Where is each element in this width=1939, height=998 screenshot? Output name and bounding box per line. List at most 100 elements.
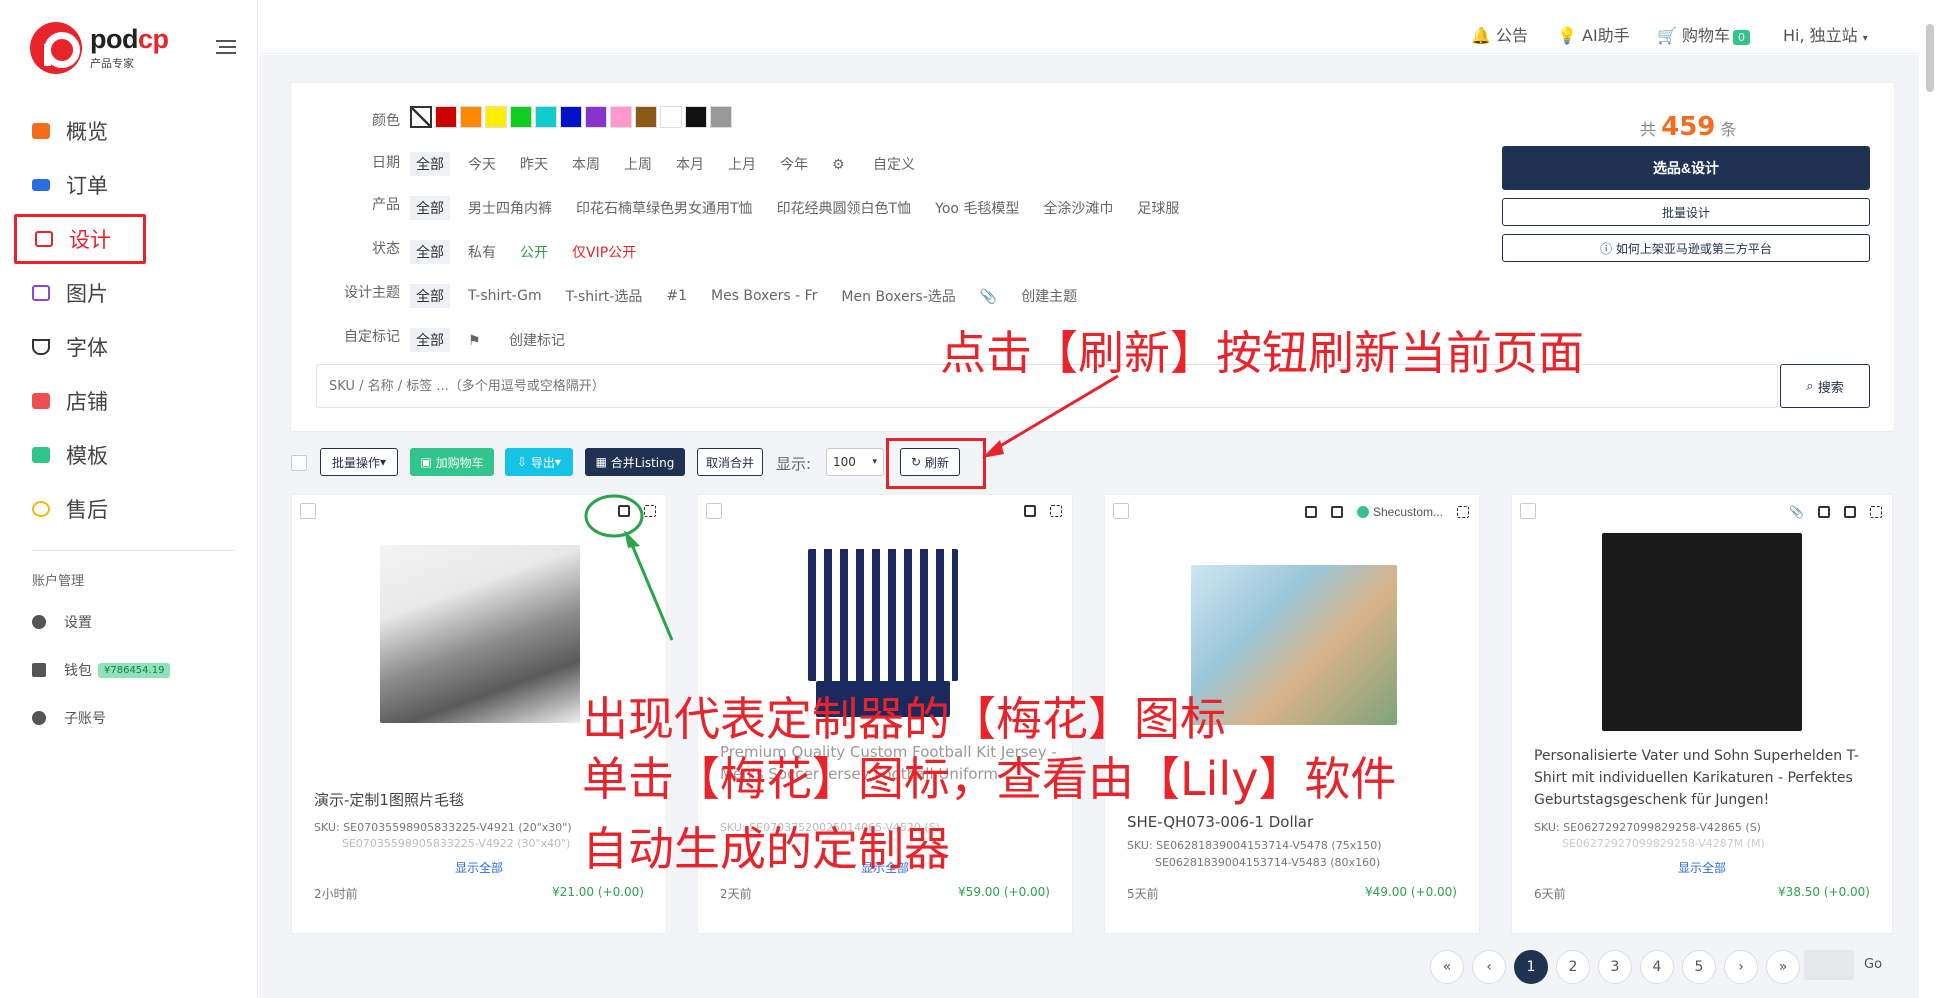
account-sub-account[interactable]: 子账号 [32,708,252,728]
status-option[interactable]: 私有 [468,242,496,262]
nav-item-design[interactable]: 设计 [14,214,146,264]
export-dropdown[interactable]: ⇩ 导出 ▾ [505,448,573,476]
page-scrollbar[interactable] [1926,24,1934,92]
page-button[interactable]: 4 [1640,950,1674,984]
product-thumbnail[interactable] [380,545,580,723]
expand-icon[interactable] [1457,506,1469,518]
product-option[interactable]: 男士四角内裤 [468,198,552,218]
next-page-button[interactable]: › [1724,950,1758,984]
color-swatch-none[interactable] [410,106,432,128]
product-thumbnail[interactable] [808,549,958,681]
date-option[interactable]: 全部 [410,152,450,176]
template-icon[interactable] [1304,506,1317,518]
product-option[interactable]: Yoo 毛毯模型 [935,198,1019,218]
nav-item-templates[interactable]: 模板 [14,428,234,482]
account-settings[interactable]: 设置 [32,612,252,632]
theme-option[interactable]: #1 [666,288,687,304]
notice-link[interactable]: 🔔 公告 [1471,22,1528,46]
nav-item-overview[interactable]: 概览 [14,104,234,158]
ai-assistant-link[interactable]: 💡 AI助手 [1557,22,1630,46]
date-option[interactable]: 上周 [624,154,652,174]
theme-option[interactable]: T-shirt-选品 [566,286,643,306]
product-option[interactable]: 全涂沙滩巾 [1043,198,1113,218]
prev-page-button[interactable]: ‹ [1472,950,1506,984]
page-button[interactable]: 5 [1682,950,1716,984]
paperclip-icon[interactable]: 📎 [1789,505,1804,519]
add-to-cart-button[interactable]: ▣ 加购物车 [410,448,494,476]
date-option[interactable]: 本周 [572,154,600,174]
product-option[interactable]: 全部 [410,196,450,220]
color-swatch[interactable] [585,106,607,128]
select-all-checkbox[interactable] [291,455,307,471]
color-swatch[interactable] [635,106,657,128]
create-tag[interactable]: ⚑ 创建标记 [468,330,589,350]
status-option-public[interactable]: 公开 [520,242,548,262]
menu-toggle-icon[interactable] [216,40,236,54]
last-page-button[interactable]: » [1766,950,1800,984]
help-amazon-button[interactable]: ⓘ 如何上架亚马逊或第三方平台 [1502,234,1870,262]
account-wallet[interactable]: 钱包 ¥786454.19 [32,660,252,680]
product-thumbnail[interactable] [1602,533,1802,731]
page-button[interactable]: 2 [1556,950,1590,984]
color-swatch[interactable] [435,106,457,128]
show-all-link[interactable]: 显示全部 [1512,859,1892,876]
theme-option[interactable]: T-shirt-Gm [468,288,542,304]
brand-logo[interactable]: podcp 产品专家 [30,22,169,74]
card-title[interactable]: 演示-定制1图照片毛毯 [314,789,464,811]
page-jump-input[interactable] [1804,950,1854,980]
create-theme[interactable]: 📎 创建主题 [980,286,1101,306]
date-option[interactable]: 昨天 [520,154,548,174]
card-title[interactable]: Personalisierte Vater und Sohn Superheld… [1534,745,1874,811]
color-swatch[interactable] [535,106,557,128]
customizer-flower-icon[interactable] [1330,506,1343,518]
nav-item-aftersale[interactable]: 售后 [14,482,234,536]
first-page-button[interactable]: « [1430,950,1464,984]
color-swatch[interactable] [660,106,682,128]
date-option[interactable]: 今天 [468,154,496,174]
theme-option[interactable]: 全部 [410,284,450,308]
page-button[interactable]: 1 [1514,950,1548,984]
page-size-select[interactable]: 100 ▾ [826,448,884,476]
status-option-vip[interactable]: 仅VIP公开 [572,242,636,262]
customizer-flower-icon[interactable] [618,505,630,517]
card-checkbox[interactable] [706,503,722,519]
template-icon[interactable] [1818,506,1830,518]
color-swatch[interactable] [710,106,732,128]
design-card[interactable]: 📎 Personalisierte Vater und Sohn Superhe… [1511,494,1893,934]
select-design-button[interactable]: 选品&设计 [1502,146,1870,190]
theme-option[interactable]: Mes Boxers - Fr [711,288,817,304]
date-option[interactable]: 上月 [728,154,756,174]
card-checkbox[interactable] [1113,503,1129,519]
unmerge-button[interactable]: 取消合并 [697,448,763,476]
product-option[interactable]: 印花石楠草绿色男女通用T恤 [576,198,753,218]
batch-operations-dropdown[interactable]: 批量操作 ▾ [320,448,398,476]
batch-design-button[interactable]: 批量设计 [1502,198,1870,226]
card-checkbox[interactable] [300,503,316,519]
customizer-flower-icon[interactable] [1024,505,1036,517]
expand-icon[interactable] [1870,506,1882,518]
date-option[interactable]: 本月 [676,154,704,174]
card-checkbox[interactable] [1520,503,1536,519]
customizer-flower-icon[interactable] [1844,506,1856,518]
color-swatch[interactable] [485,106,507,128]
tag-option[interactable]: 全部 [410,328,450,352]
merge-listing-button[interactable]: ▦ 合并Listing [585,448,685,476]
nav-item-fonts[interactable]: 字体 [14,320,234,374]
page-button[interactable]: 3 [1598,950,1632,984]
date-option[interactable]: 今年 [780,154,808,174]
product-option[interactable]: 印花经典圆领白色T恤 [777,198,912,218]
nav-item-orders[interactable]: 订单 [14,158,234,212]
color-swatch[interactable] [460,106,482,128]
color-swatch[interactable] [560,106,582,128]
product-option[interactable]: 足球服 [1137,198,1179,218]
nav-item-images[interactable]: 图片 [14,266,234,320]
expand-icon[interactable] [1050,505,1062,517]
user-menu[interactable]: Hi, 独立站 ▾ [1783,22,1868,46]
search-button[interactable]: ⌕ 搜索 [1780,364,1870,408]
theme-option[interactable]: Men Boxers-选品 [841,286,955,306]
color-swatch[interactable] [685,106,707,128]
status-option[interactable]: 全部 [410,240,450,264]
expand-icon[interactable] [644,505,656,517]
nav-item-stores[interactable]: 店铺 [14,374,234,428]
page-go-button[interactable]: Go [1864,957,1882,972]
